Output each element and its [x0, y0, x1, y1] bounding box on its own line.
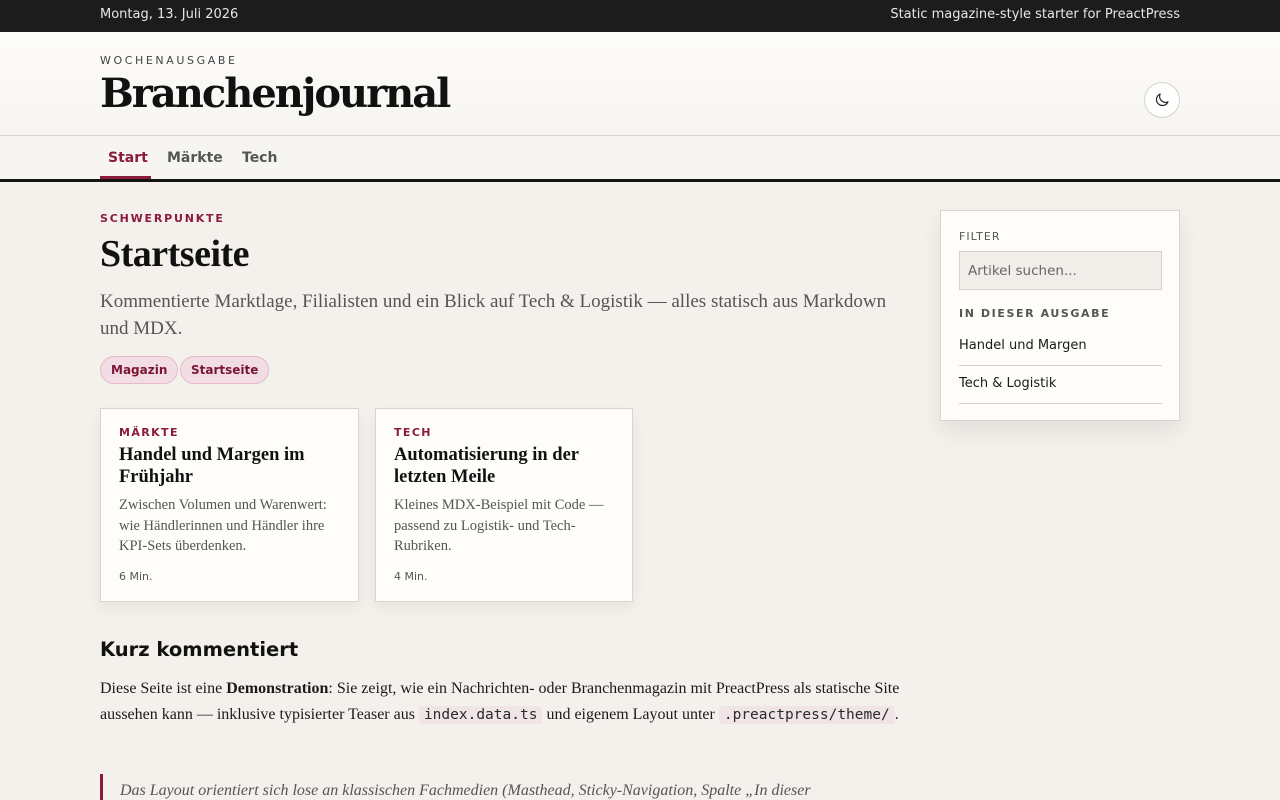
card-reading-time: 6 Min. [119, 570, 153, 583]
article-card-tech[interactable]: TECH Automatisierung in der letzten Meil… [375, 408, 633, 602]
site-title[interactable]: Branchenjournal [100, 70, 451, 117]
section-kicker: SCHWERPUNKTE [100, 212, 225, 225]
main-navigation: Start Märkte Tech [0, 136, 1280, 182]
sidebar: FILTER IN DIESER AUSGABE Handel und Marg… [940, 210, 1180, 421]
intro-paragraph: Diese Seite ist eine Demonstration: Sie … [100, 676, 900, 728]
page-lede: Kommentierte Marktlage, Filialisten und … [100, 291, 887, 339]
nav-item-tech[interactable]: Tech [242, 150, 277, 166]
card-description: Kleines MDX-Beispiel mit Code — passend … [394, 497, 604, 554]
card-title[interactable]: Automatisierung in der letzten Meile [394, 444, 614, 488]
paragraph-bold: Demonstration [226, 680, 329, 697]
paragraph-text: Diese Seite ist eine [100, 680, 227, 697]
nav-item-maerkte[interactable]: Märkte [167, 150, 223, 166]
inline-code-theme-path: .preactpress/theme/ [718, 706, 895, 724]
filter-label: FILTER [959, 230, 1001, 243]
issue-contents-label: IN DIESER AUSGABE [959, 307, 1111, 320]
blockquote: Das Layout orientiert sich lose an klass… [100, 774, 900, 800]
article-search-input[interactable] [959, 251, 1162, 290]
active-nav-indicator [100, 176, 151, 179]
card-kicker: MÄRKTE [119, 426, 179, 439]
site-tagline: Static magazine-style starter for Preact… [890, 7, 1180, 22]
card-reading-time: 4 Min. [394, 570, 428, 583]
card-description: Zwischen Volumen und Warenwert: wie Händ… [119, 497, 327, 554]
paragraph-text: . [894, 706, 899, 723]
paragraph-text: und eigenem Layout unter [542, 706, 719, 723]
tag-magazin[interactable]: Magazin [100, 356, 179, 384]
theme-toggle-button[interactable] [1144, 82, 1180, 118]
tag-startseite[interactable]: Startseite [180, 356, 270, 384]
issue-date: Montag, 13. Juli 2026 [100, 7, 239, 22]
nav-item-start[interactable]: Start [108, 150, 148, 166]
issue-link-handel[interactable]: Handel und Margen [959, 328, 1162, 366]
issue-link-tech[interactable]: Tech & Logistik [959, 366, 1162, 404]
article-card-maerkte[interactable]: MÄRKTE Handel und Margen im Frühjahr Zwi… [100, 408, 359, 602]
page-title: Startseite [100, 233, 250, 275]
top-bar: Montag, 13. Juli 2026 Static magazine-st… [0, 0, 1280, 32]
inline-code-data-file: index.data.ts [418, 706, 543, 724]
section-heading: Kurz kommentiert [100, 638, 299, 661]
card-kicker: TECH [394, 426, 432, 439]
masthead: WOCHENAUSGABE Branchenjournal [0, 32, 1280, 136]
card-title[interactable]: Handel und Margen im Frühjahr [119, 444, 340, 488]
masthead-kicker: WOCHENAUSGABE [100, 54, 238, 67]
moon-icon [1155, 93, 1169, 107]
